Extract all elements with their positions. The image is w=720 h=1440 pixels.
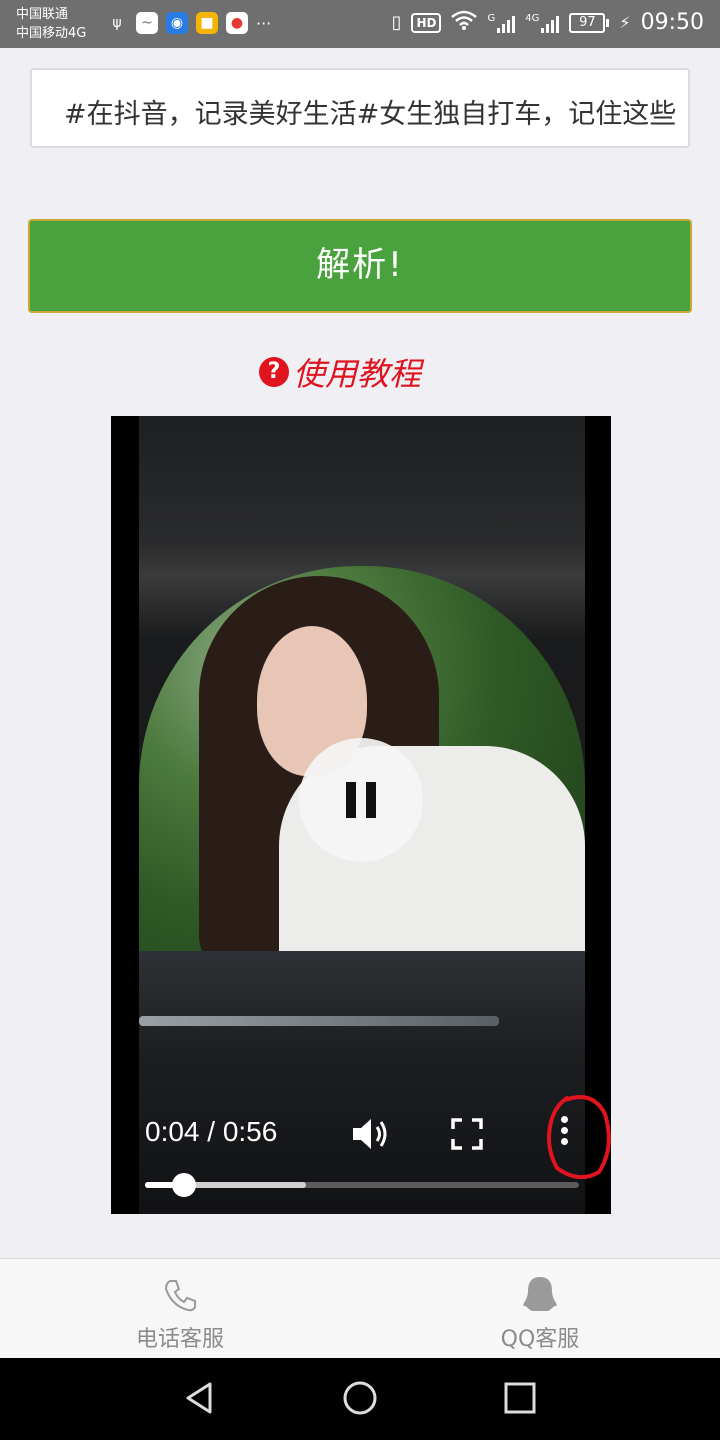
more-notifications-icon: ··· <box>256 13 272 33</box>
pause-button[interactable] <box>299 738 423 862</box>
video-car-door <box>139 951 585 1214</box>
clock: 09:50 <box>640 10 704 35</box>
carrier-2: 中国移动4G <box>16 26 87 41</box>
battery-level: 97 <box>569 12 606 33</box>
system-indicators: ▯ HD G 4G 97 ⚡ 09:50 <box>392 10 704 35</box>
wifi-icon <box>451 10 478 35</box>
recents-icon[interactable] <box>500 1378 540 1418</box>
signal-2-icon: 4G <box>525 13 560 33</box>
phone-service-button[interactable]: 电话客服 <box>80 1273 280 1353</box>
charging-icon: ⚡ <box>619 13 631 32</box>
back-icon[interactable] <box>180 1378 220 1418</box>
signal-1-icon: G <box>487 13 516 33</box>
phone-service-label: 电话客服 <box>135 1327 224 1352</box>
home-icon[interactable] <box>340 1378 380 1418</box>
tutorial-link[interactable]: ? 使用教程 <box>259 350 421 394</box>
share-link-value: #在抖音，记录美好生活#女生独自打车，记住这些 <box>64 99 677 130</box>
activity-icon: ~ <box>136 12 158 34</box>
shield-icon: ◉ <box>166 12 188 34</box>
qq-icon <box>523 1277 557 1311</box>
video-car-trim <box>139 1016 499 1026</box>
hd-icon: HD <box>411 12 442 33</box>
qq-service-label: QQ客服 <box>500 1327 580 1352</box>
qq-service-button[interactable]: QQ客服 <box>440 1273 640 1353</box>
battery-icon: 97 <box>569 12 610 33</box>
annotation-circle <box>547 1095 611 1180</box>
bottom-bar: 电话客服 QQ客服 <box>0 1258 720 1358</box>
progress-thumb[interactable] <box>172 1173 197 1197</box>
vibrate-icon: ▯ <box>391 12 402 33</box>
video-player[interactable]: 0:04 / 0:56 <box>111 416 611 1214</box>
share-link-input[interactable]: #在抖音，记录美好生活#女生独自打车，记住这些 <box>30 68 690 148</box>
carrier-1: 中国联通 <box>16 7 69 22</box>
tutorial-label: 使用教程 <box>293 355 422 393</box>
notification-icons: ψ ~ ◉ ■ ● ··· <box>106 12 271 34</box>
progress-bar[interactable] <box>145 1173 579 1197</box>
app-icon: ■ <box>196 12 218 34</box>
usb-icon: ψ <box>112 15 122 31</box>
parse-button[interactable]: 解析! <box>28 219 692 313</box>
help-icon: ? <box>259 357 289 387</box>
phone-icon <box>164 1280 196 1312</box>
fullscreen-icon[interactable] <box>451 1118 483 1150</box>
map-pin-icon: ● <box>226 12 248 34</box>
pause-icon <box>346 782 356 818</box>
navigation-bar <box>0 1358 720 1440</box>
volume-icon[interactable] <box>351 1116 391 1152</box>
time-display: 0:04 / 0:56 <box>145 1116 278 1147</box>
status-bar: 中国联通 中国移动4G ψ ~ ◉ ■ ● ··· ▯ HD G 4G 97 ⚡… <box>0 0 720 48</box>
carrier-info: 中国联通 中国移动4G <box>16 5 86 43</box>
